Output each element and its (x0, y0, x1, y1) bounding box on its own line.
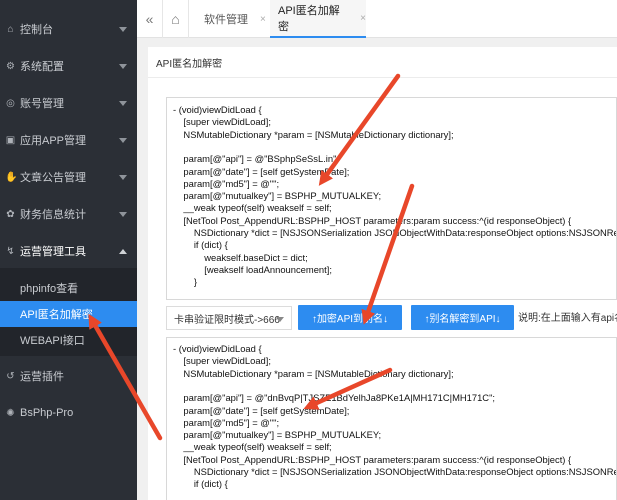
code-line: } (173, 276, 197, 288)
sidebar: ⌂ 控制台 ⚙ 系统配置 ◎ 账号管理 ▣ 应用APP管理 ✋ 文章公告管理 ✿ 财务信息统计 ↯ 运营管… (0, 0, 137, 500)
settings-icon: ⚙ (6, 60, 15, 72)
mode-select-value: 卡串验证限时模式->666 (174, 314, 280, 326)
home-tab-button[interactable]: ⌂ (163, 0, 189, 38)
sidebar-submenu: phpinfo查看 API匿名加解密 WEBAPI接口 (0, 268, 137, 356)
code-line: param[@"mutualkey"] = BSPHP_MUTUALKEY; (173, 429, 382, 441)
tab-label: API匿名加解密 (278, 5, 340, 33)
code-line: param[@"api"] = @"BSphpSeSsL.in"; (173, 153, 340, 165)
code-line: if (dict) { (173, 239, 228, 251)
user-icon: ◎ (6, 97, 15, 109)
sidebar-item-label: BsPhp-Pro (20, 407, 74, 419)
code-line: param[@"md5"] = @""; (173, 177, 280, 189)
code-line: weakself.baseDict = dict; (173, 251, 308, 263)
chevron-down-icon (119, 137, 127, 143)
api-code-input[interactable]: - (void)viewDidLoad { [super viewDidLoad… (166, 97, 617, 300)
collapse-sidebar-button[interactable]: « (137, 0, 163, 38)
code-line: NSDictionary *dict = [NSJSONSerializatio… (193, 227, 616, 238)
sidebar-item-label: 应用APP管理 (20, 135, 87, 147)
finance-icon: ✿ (6, 208, 15, 220)
code-line: if (dict) { (173, 478, 228, 490)
hand-icon: ✋ (5, 171, 18, 183)
sidebar-subitem-1[interactable]: phpinfo查看 (0, 275, 137, 301)
sidebar-item-label: 财务信息统计 (20, 209, 86, 221)
chevron-down-icon (119, 63, 127, 69)
code-line: [weakself loadAnnouncement]; (173, 263, 332, 275)
sidebar-item-label: 运营插件 (20, 371, 64, 383)
plugin-icon: ↺ (6, 370, 15, 382)
code-line: __weak typeof(self) weakself = self; (173, 441, 332, 453)
alias-code-output[interactable]: - (void)viewDidLoad { [super viewDidLoad… (166, 337, 617, 500)
sidebar-subitem-3[interactable]: WEBAPI接口 (0, 327, 137, 353)
code-line: [super viewDidLoad]; (173, 355, 271, 367)
double-chevron-left-icon: « (145, 11, 154, 27)
sidebar-item-1[interactable]: ⌂ 控制台 (0, 11, 137, 47)
sidebar-item-8[interactable]: ↺ 运营插件 (0, 358, 137, 394)
close-icon[interactable]: × (360, 13, 366, 24)
hint-text: 说明:在上面输入有api名称 (518, 313, 617, 324)
tools-icon: ↯ (6, 245, 15, 257)
sidebar-item-9[interactable]: ✺ BsPhp-Pro (0, 395, 137, 431)
divider (148, 77, 617, 78)
code-line: [NetTool Post_AppendURL:BSPHP_HOST param… (173, 214, 572, 226)
code-line: [NetTool Post_AppendURL:BSPHP_HOST param… (173, 453, 572, 465)
sidebar-item-label: 系统配置 (20, 61, 64, 73)
page-title: API匿名加解密 (156, 59, 223, 70)
code-line: param[@"mutualkey"] = BSPHP_MUTUALKEY; (173, 190, 382, 202)
sidebar-item-4[interactable]: ▣ 应用APP管理 (0, 122, 137, 158)
chevron-down-icon (276, 317, 284, 322)
sidebar-item-2[interactable]: ⚙ 系统配置 (0, 48, 137, 84)
chevron-down-icon (119, 26, 127, 32)
chevron-down-icon (119, 100, 127, 106)
code-line: NSDictionary *dict = [NSJSONSerializatio… (193, 466, 616, 477)
chevron-down-icon (119, 211, 127, 217)
mode-select[interactable]: 卡串验证限时模式->666 (166, 306, 292, 330)
app-icon: ▣ (5, 134, 16, 146)
chevron-up-icon (119, 248, 127, 254)
code-line: param[@"date"] = [self getSystemDate]; (173, 404, 350, 416)
close-icon[interactable]: × (260, 14, 266, 25)
sidebar-item-label: 账号管理 (20, 98, 64, 110)
code-line: - (void)viewDidLoad { (173, 104, 262, 115)
sidebar-subitem-2[interactable]: API匿名加解密 (0, 301, 137, 327)
code-line: NSMutableDictionary *param = [NSMutableD… (173, 367, 454, 379)
tab-api-anonymous-encrypt[interactable]: API匿名加解密 × (270, 0, 366, 38)
encrypt-api-button[interactable]: ↑加密API到别名↓ (298, 305, 402, 330)
sidebar-item-6[interactable]: ✿ 财务信息统计 (0, 196, 137, 232)
code-line: - (void)viewDidLoad { (173, 343, 262, 354)
gear-icon: ✺ (6, 407, 15, 419)
sidebar-item-label: 文章公告管理 (20, 172, 86, 184)
sidebar-item-label: 控制台 (20, 24, 53, 36)
chevron-down-icon (119, 174, 127, 180)
tab-software-management[interactable]: 软件管理 × (197, 0, 270, 38)
decrypt-alias-button[interactable]: ↑别名解密到API↓ (411, 305, 514, 330)
code-line: __weak typeof(self) weakself = self; (173, 202, 332, 214)
code-line: param[@"api"] = @"dnBvqP|TJSZE1BdYelhJa8… (173, 392, 496, 404)
home-icon: ⌂ (7, 23, 14, 35)
code-line: param[@"date"] = [self getSystemDate]; (173, 165, 350, 177)
code-line: NSMutableDictionary *param = [NSMutableD… (173, 128, 454, 140)
sidebar-item-label: 运营管理工具 (20, 246, 86, 258)
top-header: « ⌂ 软件管理 × API匿名加解密 × (137, 0, 617, 38)
tab-label: 软件管理 (204, 14, 248, 26)
sidebar-item-3[interactable]: ◎ 账号管理 (0, 85, 137, 121)
sidebar-item-7[interactable]: ↯ 运营管理工具 (0, 233, 137, 269)
code-line: [super viewDidLoad]; (173, 116, 271, 128)
code-line: param[@"md5"] = @""; (173, 416, 280, 428)
home-icon: ⌂ (171, 11, 180, 27)
sidebar-item-5[interactable]: ✋ 文章公告管理 (0, 159, 137, 195)
